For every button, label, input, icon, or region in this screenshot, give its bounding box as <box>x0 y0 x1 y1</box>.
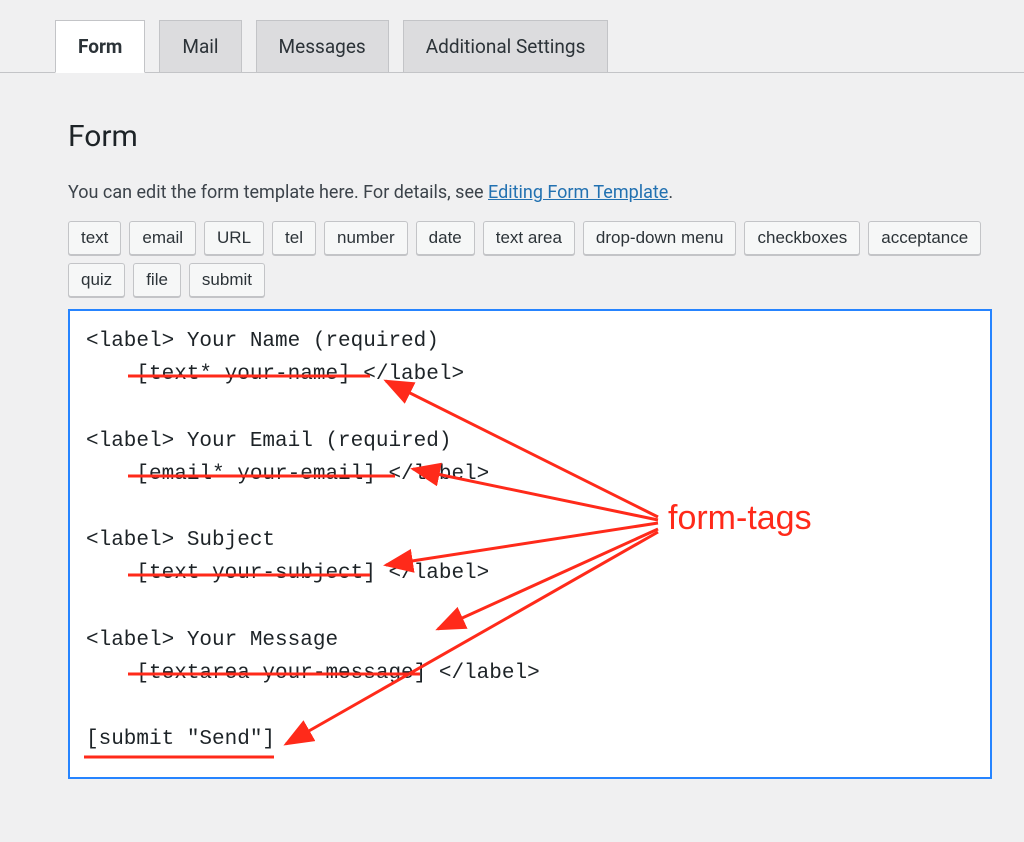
intro-link[interactable]: Editing Form Template <box>488 182 668 203</box>
tag-btn-checkboxes[interactable]: checkboxes <box>744 221 860 255</box>
tag-btn-text[interactable]: text <box>68 221 121 255</box>
tag-btn-submit[interactable]: submit <box>189 263 265 297</box>
tag-btn-file[interactable]: file <box>133 263 181 297</box>
tag-btn-url[interactable]: URL <box>204 221 264 255</box>
tab-label: Messages <box>279 35 366 58</box>
tag-btn-date[interactable]: date <box>416 221 475 255</box>
tab-label: Mail <box>182 35 218 58</box>
tag-btn-quiz[interactable]: quiz <box>68 263 125 297</box>
tab-additional-settings[interactable]: Additional Settings <box>403 20 609 72</box>
intro-text: You can edit the form template here. For… <box>68 182 992 203</box>
tab-messages[interactable]: Messages <box>256 20 389 72</box>
tag-btn-textarea[interactable]: text area <box>483 221 575 255</box>
form-template-editor[interactable] <box>68 309 992 779</box>
intro-suffix: . <box>668 182 673 203</box>
tag-btn-email[interactable]: email <box>129 221 196 255</box>
section-title: Form <box>68 119 992 154</box>
tag-btn-acceptance[interactable]: acceptance <box>868 221 981 255</box>
tab-mail[interactable]: Mail <box>159 20 241 72</box>
intro-prefix: You can edit the form template here. For… <box>68 182 488 203</box>
tag-generator-buttons: text email URL tel number date text area… <box>68 221 992 297</box>
tag-btn-number[interactable]: number <box>324 221 408 255</box>
tab-label: Additional Settings <box>426 35 586 58</box>
tag-btn-tel[interactable]: tel <box>272 221 316 255</box>
tab-bar: Form Mail Messages Additional Settings <box>0 0 1024 72</box>
tab-form[interactable]: Form <box>55 20 145 73</box>
tab-label: Form <box>78 35 122 58</box>
tag-btn-dropdown[interactable]: drop-down menu <box>583 221 737 255</box>
